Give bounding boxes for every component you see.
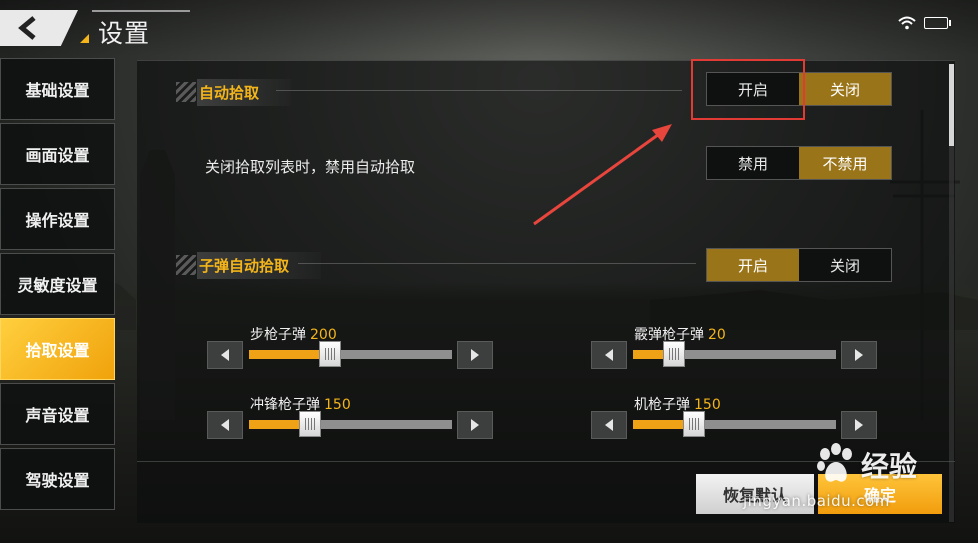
page-title: 设置 <box>98 19 151 48</box>
rifle-ammo-slider[interactable] <box>249 341 452 367</box>
slider-name: 机枪子弹 <box>634 397 690 413</box>
watermark-url: jingyan.baidu.com <box>743 492 890 510</box>
arrow-right-icon <box>855 349 863 361</box>
slider-thumb[interactable] <box>298 411 321 437</box>
back-arrow-icon <box>18 16 36 40</box>
arrow-left-icon <box>605 419 613 431</box>
arrow-right-icon <box>471 349 479 361</box>
ammo-pickup-on-option[interactable]: 开启 <box>707 249 799 281</box>
section-rule <box>298 263 696 264</box>
not-disable-option[interactable]: 不禁用 <box>799 147 891 179</box>
ammo-pickup-off-option[interactable]: 关闭 <box>799 249 891 281</box>
smg-ammo-slider[interactable] <box>249 411 452 437</box>
arrow-left-icon <box>221 419 229 431</box>
watermark-brand: 经验 <box>861 450 918 483</box>
sidebar-item-driving[interactable]: 驾驶设置 <box>0 448 115 510</box>
sidebar-item-label: 声音设置 <box>25 406 90 425</box>
ammo-auto-pickup-toggle[interactable]: 开启 关闭 <box>706 248 892 282</box>
title-line <box>92 10 190 12</box>
shotgun-ammo-slider[interactable] <box>633 341 836 367</box>
disable-option[interactable]: 禁用 <box>707 147 799 179</box>
shotgun-ammo-increase-button[interactable] <box>841 341 877 369</box>
section-title: 自动拾取 <box>197 78 292 106</box>
smg-ammo-increase-button[interactable] <box>457 411 493 439</box>
mg-ammo-slider[interactable] <box>633 411 836 437</box>
rifle-ammo-increase-button[interactable] <box>457 341 493 369</box>
stripe-icon <box>176 255 196 275</box>
shotgun-ammo-decrease-button[interactable] <box>591 341 627 369</box>
slider-thumb[interactable] <box>682 411 705 437</box>
slider-thumb[interactable] <box>319 341 342 367</box>
baidu-paw-logo <box>817 443 852 482</box>
stripe-icon <box>176 82 196 102</box>
disable-auto-pickup-toggle[interactable]: 禁用 不禁用 <box>706 146 892 180</box>
rifle-ammo-decrease-button[interactable] <box>207 341 243 369</box>
sidebar: 基础设置 画面设置 操作设置 灵敏度设置 拾取设置 声音设置 驾驶设置 <box>0 58 117 513</box>
mg-ammo-increase-button[interactable] <box>841 411 877 439</box>
slider-value: 150 <box>324 397 351 413</box>
sidebar-item-label: 驾驶设置 <box>25 471 90 490</box>
sidebar-item-pickup[interactable]: 拾取设置 <box>0 318 115 380</box>
sidebar-item-label: 拾取设置 <box>25 341 90 360</box>
mg-ammo-decrease-button[interactable] <box>591 411 627 439</box>
slider-fill <box>249 350 331 359</box>
mg-ammo-label: 机枪子弹 150 <box>634 394 721 414</box>
sidebar-item-controls[interactable]: 操作设置 <box>0 188 115 250</box>
sidebar-item-label: 基础设置 <box>25 81 90 100</box>
section-title: 子弹自动拾取 <box>197 251 322 279</box>
watermark: 经验 jingyan.baidu.com <box>743 437 958 517</box>
sidebar-item-label: 灵敏度设置 <box>17 276 98 295</box>
battery-icon <box>924 17 951 29</box>
section-ammo-auto-pickup: 子弹自动拾取 <box>176 251 322 279</box>
title-accent <box>80 34 89 43</box>
sidebar-item-basic[interactable]: 基础设置 <box>0 58 115 120</box>
sidebar-item-label: 操作设置 <box>25 211 90 230</box>
slider-name: 步枪子弹 <box>250 327 306 343</box>
arrow-right-icon <box>471 419 479 431</box>
arrow-left-icon <box>221 349 229 361</box>
auto-pickup-off-option[interactable]: 关闭 <box>799 73 891 105</box>
slider-value: 20 <box>708 327 726 343</box>
disable-auto-pickup-label: 关闭拾取列表时，禁用自动拾取 <box>205 158 416 176</box>
sidebar-item-sensitivity[interactable]: 灵敏度设置 <box>0 253 115 315</box>
annotation-highlight-box <box>691 59 805 120</box>
sidebar-item-audio[interactable]: 声音设置 <box>0 383 115 445</box>
sidebar-item-label: 画面设置 <box>25 146 90 165</box>
section-auto-pickup: 自动拾取 <box>176 78 292 106</box>
status-bar <box>898 16 951 30</box>
smg-ammo-decrease-button[interactable] <box>207 411 243 439</box>
arrow-left-icon <box>605 349 613 361</box>
slider-thumb[interactable] <box>662 341 685 367</box>
wifi-icon <box>898 16 916 30</box>
scrollbar-thumb[interactable] <box>949 64 954 146</box>
arrow-right-icon <box>855 419 863 431</box>
section-rule <box>276 90 682 91</box>
sidebar-item-graphics[interactable]: 画面设置 <box>0 123 115 185</box>
